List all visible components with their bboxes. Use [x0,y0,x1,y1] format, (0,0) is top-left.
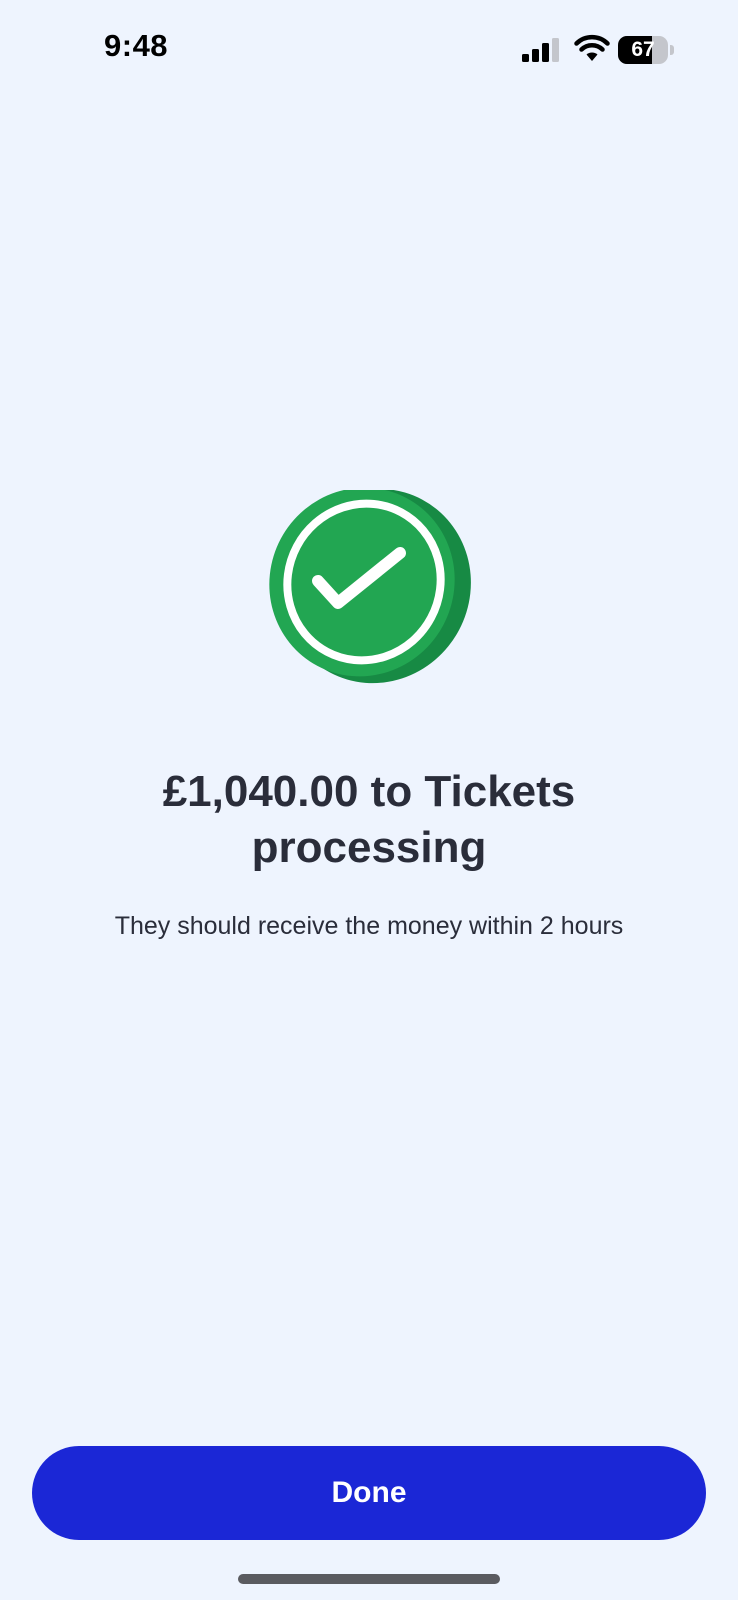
battery-body: 67 [618,36,668,64]
battery-icon: 67 [618,36,674,64]
done-button[interactable]: Done [32,1446,706,1540]
signal-icon [522,38,559,62]
battery-level: 67 [631,38,655,61]
confirmation-subtitle: They should receive the money within 2 h… [114,912,624,940]
home-indicator[interactable] [238,1574,500,1584]
battery-cap [670,45,674,55]
check-circle-icon [269,490,471,684]
status-time: 9:48 [104,28,169,63]
wifi-icon [574,34,610,61]
confirmation-title: £1,040.00 to Tickets processing [162,767,576,872]
status-bar: 9:48 67 [0,0,738,100]
